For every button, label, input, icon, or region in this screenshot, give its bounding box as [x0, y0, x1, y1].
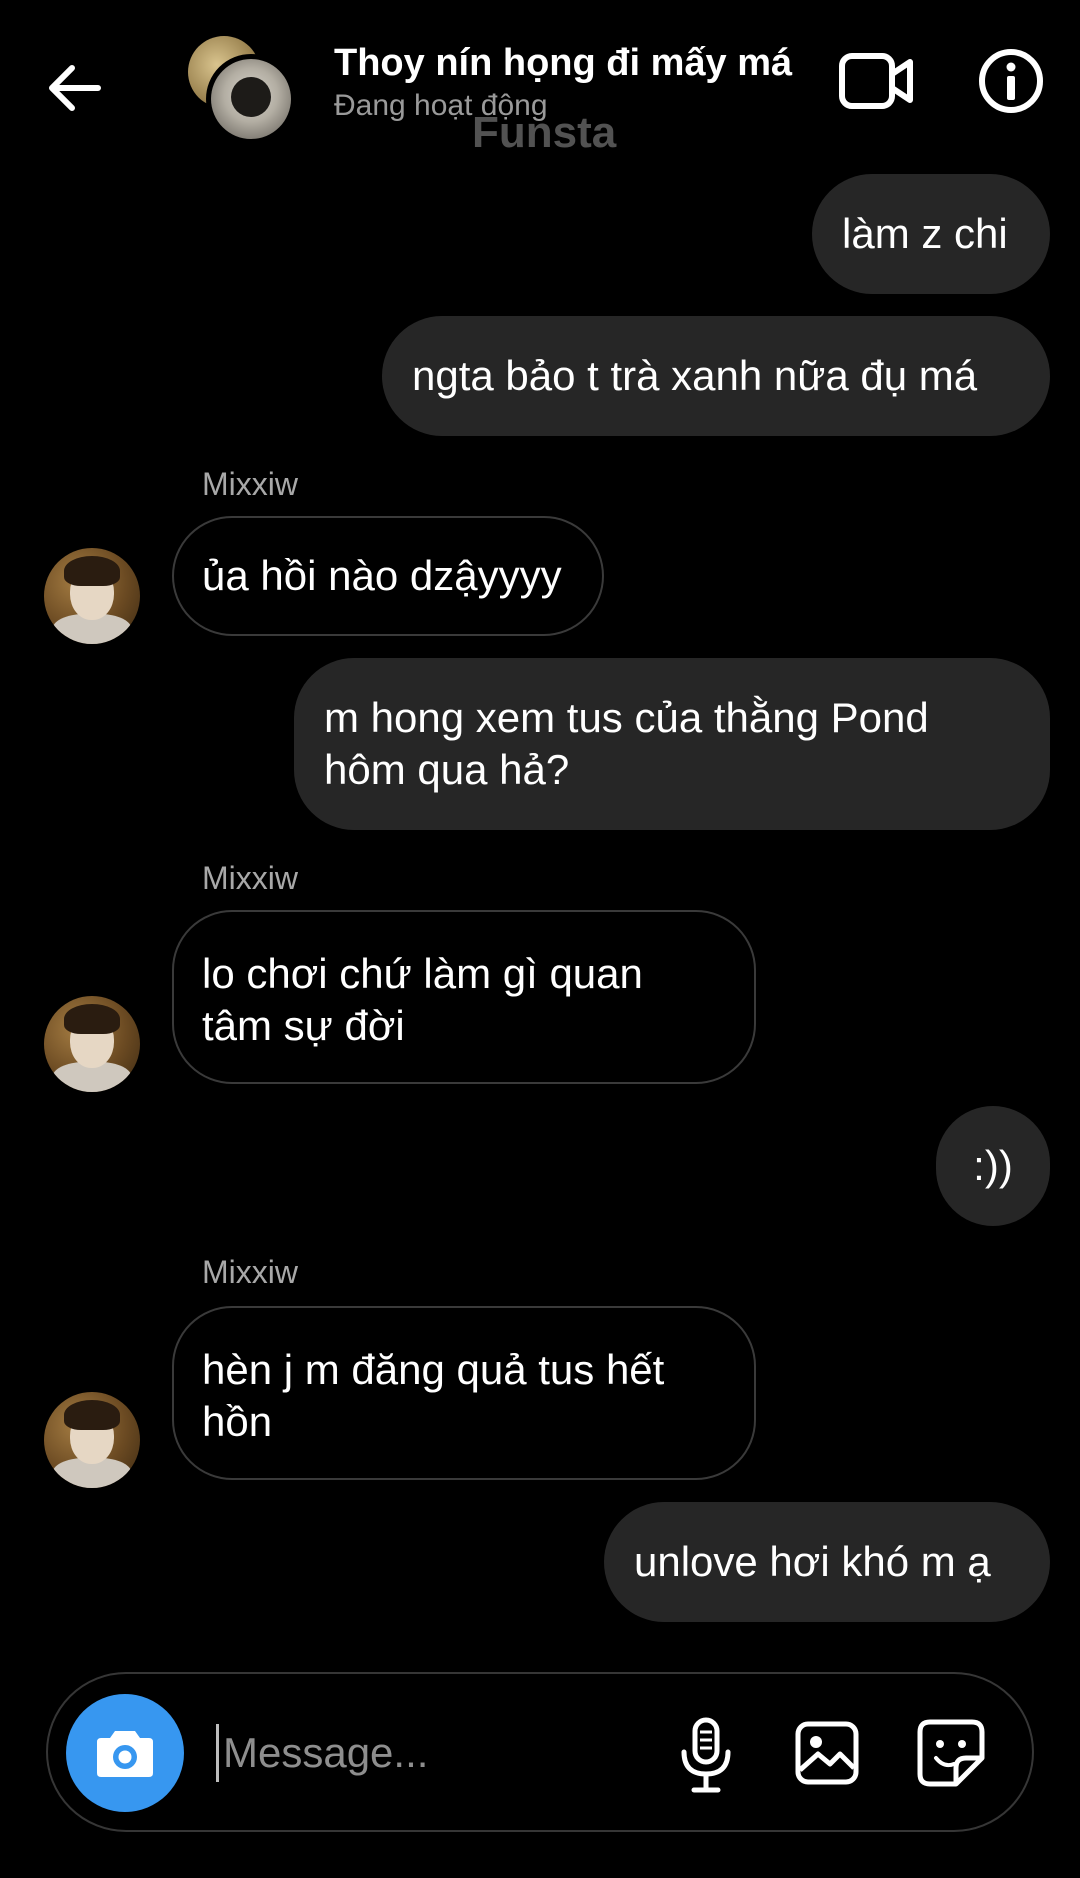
message-text-line: m hong xem tus của thằng Pond: [324, 694, 929, 741]
sender-name: Mixxiw: [202, 860, 298, 896]
back-arrow-icon[interactable]: [44, 60, 104, 116]
message-text: ngta bảo t trà xanh nữa đụ má: [412, 352, 978, 399]
gallery-icon[interactable]: [794, 1720, 860, 1786]
outgoing-message[interactable]: :)): [936, 1106, 1050, 1226]
group-avatar[interactable]: [188, 36, 296, 144]
message-text: :)): [973, 1142, 1013, 1189]
video-call-icon[interactable]: [838, 50, 914, 112]
watermark-text: Funsta: [472, 108, 617, 157]
sender-name: Mixxiw: [202, 1254, 298, 1290]
message-text-line: hèn j m đăng quả tus hết: [202, 1346, 665, 1393]
sticker-icon[interactable]: [916, 1718, 986, 1788]
sender-name: Mixxiw: [202, 466, 298, 502]
message-text: làm z chi: [842, 210, 1008, 257]
message-text-line: tâm sự đời: [202, 1002, 405, 1049]
outgoing-message[interactable]: làm z chi: [812, 174, 1050, 294]
sender-avatar[interactable]: [44, 1392, 140, 1488]
outgoing-message[interactable]: m hong xem tus của thằng Pond hôm qua hả…: [294, 658, 1050, 830]
info-icon[interactable]: [978, 48, 1044, 114]
microphone-icon[interactable]: [676, 1716, 736, 1796]
sender-avatar[interactable]: [44, 996, 140, 1092]
incoming-message[interactable]: lo chơi chứ làm gì quan tâm sự đời: [172, 910, 756, 1084]
chat-header: Thoy nín họng đi mấy má Đang hoạt động F…: [0, 0, 1080, 160]
outgoing-message[interactable]: ngta bảo t trà xanh nữa đụ má: [382, 316, 1050, 436]
incoming-message[interactable]: ủa hồi nào dzậyyyy: [172, 516, 604, 636]
chat-title: Thoy nín họng đi mấy má: [334, 42, 793, 84]
message-text: unlove hơi khó m ạ: [634, 1538, 991, 1585]
camera-button[interactable]: [66, 1694, 184, 1812]
incoming-message[interactable]: hèn j m đăng quả tus hết hồn: [172, 1306, 756, 1480]
message-text-line: hồn: [202, 1398, 273, 1445]
sender-avatar[interactable]: [44, 548, 140, 644]
message-text: ủa hồi nào dzậyyyy: [202, 552, 562, 599]
group-avatar-primary: [206, 54, 296, 144]
message-text-line: lo chơi chứ làm gì quan: [202, 950, 643, 997]
message-input[interactable]: [216, 1724, 663, 1782]
message-text-line: hôm qua hả?: [324, 746, 570, 793]
camera-icon: [97, 1731, 153, 1777]
outgoing-message[interactable]: unlove hơi khó m ạ: [604, 1502, 1050, 1622]
